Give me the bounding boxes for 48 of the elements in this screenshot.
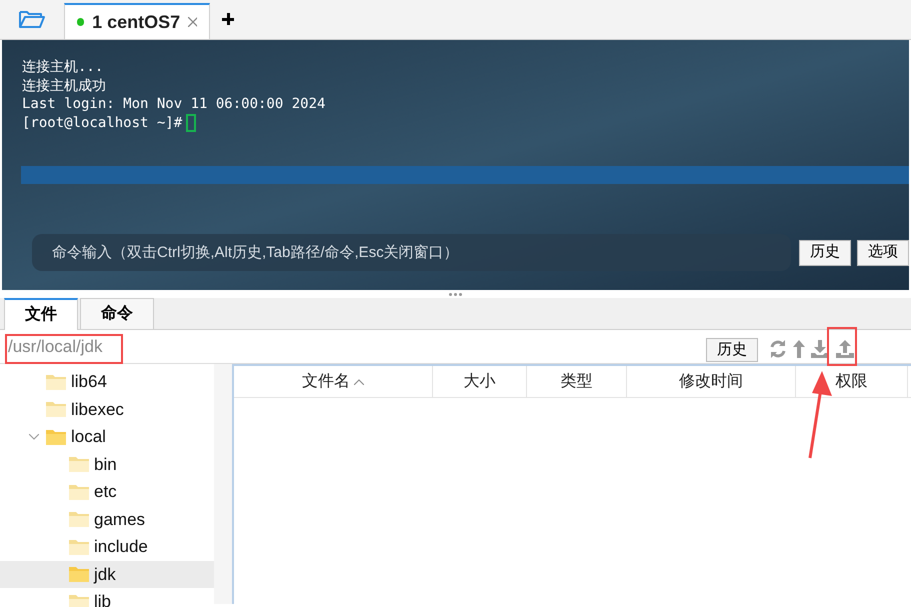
folder-icon	[46, 428, 66, 445]
column-header[interactable]: 文件名	[234, 366, 433, 397]
column-header[interactable]: 大小	[433, 366, 527, 397]
tree-item[interactable]: etc	[0, 478, 214, 506]
folder-icon[interactable]	[18, 9, 46, 29]
terminal-panel[interactable]: 连接主机... 连接主机成功 Last login: Mon Nov 11 06:00:00 2024 [root@localhost ~]# 命令输入（双击Ctrl切换,Alt历史,Tab路径/命令,Esc关闭窗口） 历史 选项	[2, 40, 909, 290]
tree-item[interactable]: jdk	[0, 560, 214, 588]
folder-icon	[69, 538, 89, 555]
folder-icon	[69, 594, 89, 607]
folder-icon	[69, 511, 89, 528]
terminal-line: Last login: Mon Nov 11 06:00:00 2024	[22, 95, 326, 114]
folder-icon	[46, 401, 66, 418]
tree-item[interactable]: local	[0, 423, 214, 450]
drag-handle-icon[interactable]	[449, 292, 462, 296]
command-input-field[interactable]: 命令输入（双击Ctrl切换,Alt历史,Tab路径/命令,Esc关闭窗口）	[32, 234, 791, 271]
tree-item[interactable]: lib	[0, 588, 214, 607]
folder-icon	[69, 484, 89, 500]
upload-icon[interactable]	[835, 338, 855, 358]
up-arrow-icon[interactable]	[793, 338, 805, 358]
folder-icon	[69, 456, 89, 472]
chevron-icon[interactable]	[29, 434, 39, 440]
folder-icon	[46, 374, 66, 390]
tree-item[interactable]: bin	[0, 450, 214, 478]
tree-item[interactable]: libexec	[0, 396, 214, 423]
options-button[interactable]: 选项	[857, 240, 909, 266]
path-field[interactable]: /usr/local/jdk	[8, 332, 208, 360]
tab-label: 1 centOS7	[92, 10, 180, 34]
panel-tab[interactable]: 文件	[4, 298, 78, 330]
history-button[interactable]: 历史	[706, 338, 758, 362]
terminal-prompt: [root@localhost ~]#	[22, 114, 182, 132]
tree-item[interactable]: games	[0, 506, 214, 533]
highlight-frame	[827, 327, 857, 366]
scrollbar-track[interactable]	[214, 364, 232, 604]
session-tab[interactable]: 1 centOS7	[64, 3, 210, 39]
panel-tab[interactable]: 命令	[80, 298, 154, 329]
refresh-icon[interactable]	[768, 338, 788, 358]
folder-icon	[69, 566, 89, 582]
close-icon[interactable]	[188, 17, 197, 27]
download-icon[interactable]	[810, 338, 830, 358]
tree-item[interactable]: include	[0, 533, 214, 560]
terminal-line: 连接主机...	[22, 58, 104, 76]
column-header[interactable]: 类型	[527, 366, 627, 397]
cursor	[186, 114, 196, 132]
plus-icon[interactable]	[222, 13, 234, 25]
tree-item[interactable]: lib64	[0, 368, 214, 396]
column-header[interactable]: 修改时间	[627, 366, 796, 397]
history-button[interactable]: 历史	[799, 240, 851, 266]
terminal-line: 连接主机成功	[22, 76, 107, 95]
